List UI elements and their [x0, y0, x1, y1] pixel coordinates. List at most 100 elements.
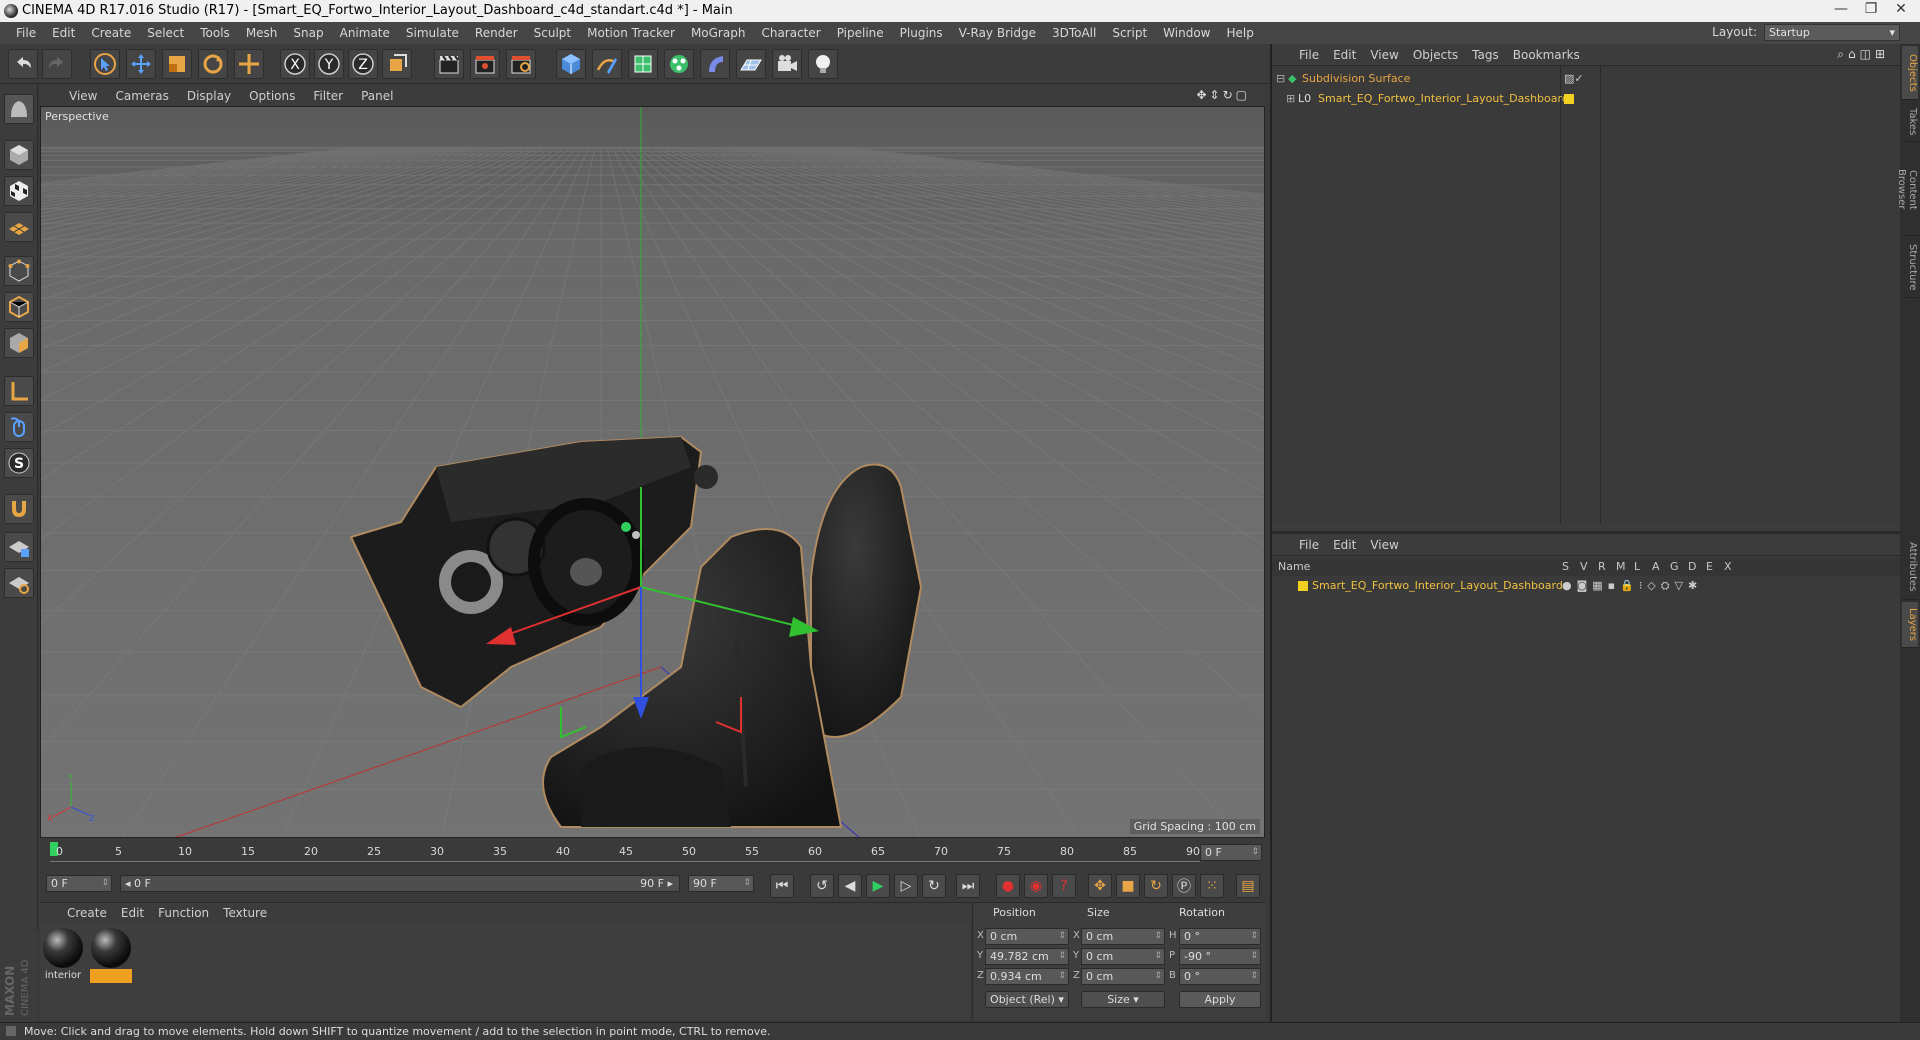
size-mode-select[interactable]: Size ▾ — [1081, 991, 1165, 1008]
material-menu-edit[interactable]: Edit — [114, 906, 151, 920]
visibility-dots-icon[interactable]: ▨✓ — [1564, 70, 1584, 88]
layers-menu-edit[interactable]: Edit — [1326, 538, 1363, 552]
material-menu-function[interactable]: Function — [151, 906, 216, 920]
timeline-ruler[interactable]: 0 5 10 15 20 25 30 35 40 45 50 55 60 65 … — [40, 840, 1265, 864]
x-axis-button[interactable]: X — [280, 49, 310, 79]
material-menu-texture[interactable]: Texture — [216, 906, 274, 920]
lock-workplane-button[interactable] — [4, 532, 34, 562]
add-camera-button[interactable] — [772, 49, 802, 79]
timeline-track[interactable]: 0 5 10 15 20 25 30 35 40 45 50 55 60 65 … — [50, 842, 1200, 862]
layers-menu-view[interactable]: View — [1363, 538, 1405, 552]
viewport-menu-panel[interactable]: Panel — [352, 89, 402, 103]
tweak-mode-button[interactable] — [4, 412, 34, 442]
menu-tools[interactable]: Tools — [192, 26, 238, 40]
key-position-button[interactable]: ✥ — [1088, 874, 1112, 898]
tab-takes[interactable]: Takes — [1902, 102, 1918, 142]
menu-file[interactable]: File — [8, 26, 44, 40]
viewport-menu-view[interactable]: View — [60, 89, 106, 103]
keyframe-selection-button[interactable]: ? — [1052, 874, 1076, 898]
points-mode-button[interactable] — [4, 256, 34, 286]
menu-render[interactable]: Render — [467, 26, 526, 40]
menu-3dtoall[interactable]: 3DToAll — [1044, 26, 1104, 40]
position-x-field[interactable]: 0 cm — [985, 928, 1069, 945]
menu-vray-bridge[interactable]: V-Ray Bridge — [951, 26, 1044, 40]
viewport-menu-cameras[interactable]: Cameras — [106, 89, 177, 103]
tab-structure[interactable]: Structure — [1902, 238, 1918, 298]
goto-next-key-button[interactable]: ↻ — [922, 874, 946, 898]
menu-mograph[interactable]: MoGraph — [683, 26, 754, 40]
menu-character[interactable]: Character — [753, 26, 828, 40]
menu-motion-tracker[interactable]: Motion Tracker — [579, 26, 683, 40]
object-row-subdivision[interactable]: ⊟ ◆ Subdivision Surface ▨✓ — [1272, 70, 1902, 88]
menu-select[interactable]: Select — [139, 26, 192, 40]
add-light-button[interactable] — [808, 49, 838, 79]
scale-tool-button[interactable] — [162, 49, 192, 79]
edges-mode-button[interactable] — [4, 292, 34, 322]
rotate-tool-button[interactable] — [198, 49, 228, 79]
perspective-viewport[interactable]: Y X Z Perspective Grid Spacing : 100 cm — [40, 106, 1265, 838]
texture-mode-button[interactable] — [4, 176, 34, 206]
tab-content-browser[interactable]: Content Browser — [1896, 144, 1918, 236]
key-scale-button[interactable]: ■ — [1116, 874, 1140, 898]
key-rotation-button[interactable]: ↻ — [1144, 874, 1168, 898]
collapse-icon[interactable]: ⊟ — [1276, 70, 1285, 88]
menu-edit[interactable]: Edit — [44, 26, 83, 40]
position-z-field[interactable]: 0.934 cm — [985, 968, 1069, 985]
menu-snap[interactable]: Snap — [285, 26, 331, 40]
autokey-button[interactable]: ◉ — [1024, 874, 1048, 898]
close-button[interactable]: ✕ — [1886, 0, 1916, 20]
coordinate-mode-select[interactable]: Object (Rel) ▾ — [985, 991, 1069, 1008]
goto-start-button[interactable]: ⏮ — [770, 874, 794, 898]
goto-end-button[interactable]: ⏭ — [956, 874, 980, 898]
tab-objects[interactable]: Objects — [1902, 46, 1918, 100]
end-frame-field[interactable]: 90 F — [688, 875, 754, 892]
coordinate-system-button[interactable] — [382, 49, 412, 79]
rotation-h-field[interactable]: 0 ° — [1179, 928, 1261, 945]
y-axis-button[interactable]: Y — [314, 49, 344, 79]
objects-menu-objects[interactable]: Objects — [1406, 48, 1465, 62]
planar-workplane-button[interactable] — [4, 568, 34, 598]
size-y-field[interactable]: 0 cm — [1081, 948, 1165, 965]
add-mograph-button[interactable] — [664, 49, 694, 79]
rotation-p-field[interactable]: -90 ° — [1179, 948, 1261, 965]
expand-icon[interactable]: ⊞ — [1286, 90, 1295, 108]
size-x-field[interactable]: 0 cm — [1081, 928, 1165, 945]
layer-row[interactable]: Smart_EQ_Fortwo_Interior_Layout_Dashboar… — [1272, 577, 1902, 595]
menu-script[interactable]: Script — [1104, 26, 1155, 40]
layers-menu-file[interactable]: File — [1292, 538, 1326, 552]
undo-button[interactable] — [8, 49, 38, 79]
menu-help[interactable]: Help — [1218, 26, 1261, 40]
add-spline-button[interactable] — [592, 49, 622, 79]
objects-menu-edit[interactable]: Edit — [1326, 48, 1363, 62]
goto-prev-key-button[interactable]: ↺ — [810, 874, 834, 898]
viewport-menu-display[interactable]: Display — [178, 89, 240, 103]
record-keys-button[interactable]: ● — [996, 874, 1020, 898]
apply-button[interactable]: Apply — [1179, 991, 1261, 1008]
add-deformer-button[interactable] — [700, 49, 730, 79]
objects-menu-tags[interactable]: Tags — [1465, 48, 1506, 62]
tab-attributes[interactable]: Attributes — [1902, 534, 1918, 600]
material-interior[interactable]: interior — [42, 927, 84, 983]
key-parameter-button[interactable]: Ⓟ — [1172, 874, 1196, 898]
axis-mode-button[interactable] — [4, 376, 34, 406]
menu-animate[interactable]: Animate — [332, 26, 398, 40]
viewport-menu-filter[interactable]: Filter — [304, 89, 352, 103]
layer-flag-icons[interactable]: ●◙▦▪🔒⁝◇⛭▽✱ — [1562, 577, 1702, 595]
position-y-field[interactable]: 49.782 cm — [985, 948, 1069, 965]
objects-menu-view[interactable]: View — [1363, 48, 1405, 62]
make-editable-button[interactable] — [4, 94, 34, 124]
layer-color-swatch[interactable] — [1298, 581, 1308, 591]
menu-create[interactable]: Create — [83, 26, 139, 40]
step-back-button[interactable]: ◀ — [838, 874, 862, 898]
model-mode-button[interactable] — [4, 140, 34, 170]
step-forward-button[interactable]: ▷ — [894, 874, 918, 898]
render-settings-button[interactable] — [506, 49, 536, 79]
menu-mesh[interactable]: Mesh — [238, 26, 286, 40]
redo-button[interactable] — [42, 49, 72, 79]
add-cube-button[interactable] — [556, 49, 586, 79]
search-icon[interactable]: ⌕⌂◫⊞ — [1830, 47, 1896, 62]
key-pla-button[interactable]: ⁙ — [1200, 874, 1224, 898]
menu-plugins[interactable]: Plugins — [892, 26, 951, 40]
add-floor-button[interactable] — [736, 49, 766, 79]
add-generator-button[interactable] — [628, 49, 658, 79]
